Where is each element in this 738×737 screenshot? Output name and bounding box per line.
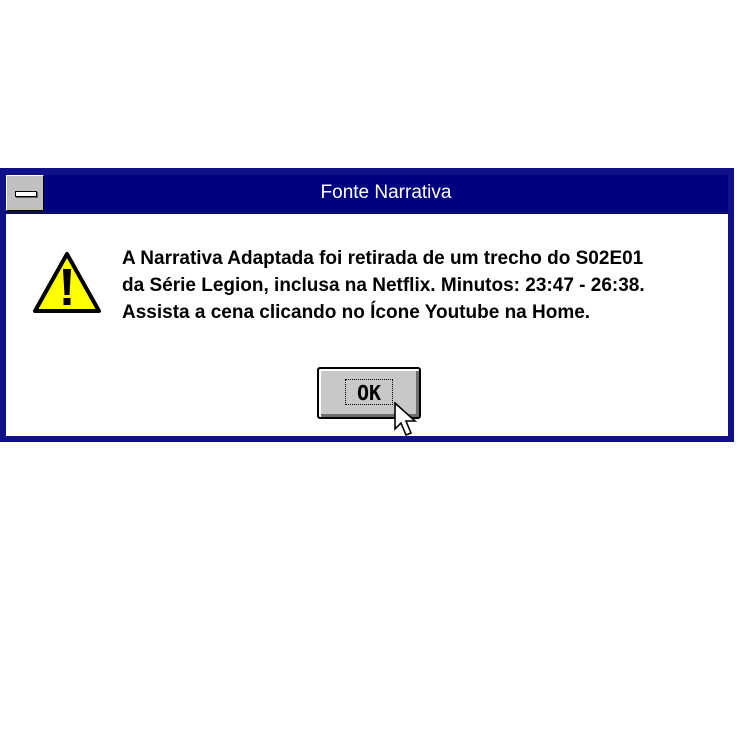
window-title: Fonte Narrativa — [320, 182, 452, 203]
warning-icon — [33, 252, 101, 313]
title-bar[interactable]: Fonte Narrativa — [6, 175, 728, 214]
message-dialog: Fonte Narrativa A Narrativa Adaptada foi… — [0, 168, 734, 442]
message-line: da Série Legion, inclusa na Netflix. Min… — [122, 275, 645, 296]
dialog-message: A Narrativa Adaptada foi retirada de um … — [122, 245, 702, 326]
message-line: A Narrativa Adaptada foi retirada de um … — [122, 248, 644, 269]
focus-rectangle — [345, 379, 393, 405]
mouse-cursor-icon — [394, 402, 418, 437]
minus-bar-icon — [15, 191, 37, 197]
system-menu-button[interactable] — [6, 175, 44, 211]
message-line: Assista a cena clicando no Ícone Youtube… — [122, 302, 591, 323]
